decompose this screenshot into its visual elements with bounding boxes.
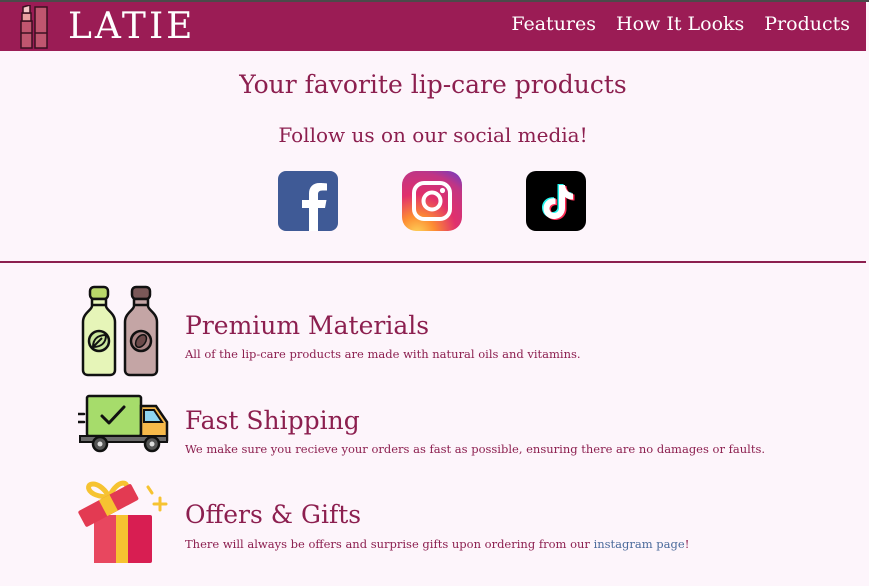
brand-name[interactable]: LATIE (68, 5, 195, 49)
instagram-link[interactable] (402, 171, 462, 231)
description-end: ! (684, 537, 690, 551)
section-divider (0, 261, 866, 263)
bottles-icon (81, 285, 159, 377)
feature-description: We make sure you recieve your orders as … (185, 442, 765, 456)
nav-link-products[interactable]: Products (764, 12, 850, 36)
social-links (278, 171, 586, 231)
nav-link-how-it-looks[interactable]: How It Looks (616, 12, 744, 36)
description-text: There will always be offers and surprise… (185, 537, 594, 551)
nav-link-features[interactable]: Features (511, 12, 596, 36)
main-nav: Features How It Looks Products (511, 12, 850, 36)
hero-title: Your favorite lip-care products (239, 70, 627, 99)
tiktok-link[interactable] (526, 171, 586, 231)
feature-description: There will always be offers and surprise… (185, 537, 689, 551)
facebook-icon (278, 171, 338, 231)
feature-title: Premium Materials (185, 311, 430, 340)
facebook-link[interactable] (278, 171, 338, 231)
lipstick-logo-icon (20, 5, 48, 49)
feature-fast-shipping: Fast Shipping We make sure you recieve y… (78, 394, 858, 458)
delivery-truck-icon (78, 394, 169, 453)
instagram-page-link[interactable]: instagram page (594, 537, 685, 551)
gift-box-icon (78, 480, 168, 563)
feature-premium-materials: Premium Materials All of the lip-care pr… (78, 284, 858, 379)
feature-title: Fast Shipping (185, 406, 360, 435)
feature-title: Offers & Gifts (185, 500, 362, 529)
hero-subtitle: Follow us on our social media! (278, 123, 588, 147)
feature-offers-gifts: Offers & Gifts There will always be offe… (78, 473, 858, 567)
instagram-icon (402, 171, 462, 231)
feature-description: All of the lip-care products are made wi… (185, 347, 581, 361)
tiktok-icon (526, 171, 586, 231)
site-header: LATIE Features How It Looks Products (0, 2, 866, 51)
